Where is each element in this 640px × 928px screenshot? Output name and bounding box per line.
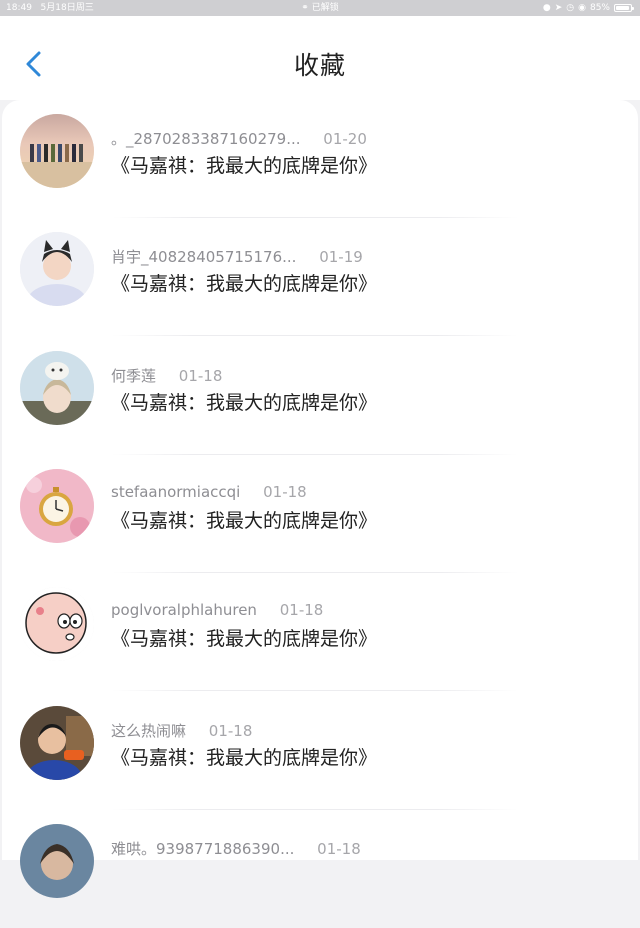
date: 01-18 xyxy=(208,722,253,740)
item-title[interactable]: 《马嘉祺：我最大的底牌是你》 xyxy=(111,388,377,415)
item-meta: 。_2870283387160279... 01-20 xyxy=(111,128,367,149)
header: 收藏 xyxy=(0,16,640,100)
list-item[interactable]: 肖宇_40828405715176... 01-19 《马嘉祺：我最大的底牌是你… xyxy=(2,218,638,336)
list-item[interactable]: stefaanormiaccqi 01-18 《马嘉祺：我最大的底牌是你》 xyxy=(2,455,638,573)
item-title[interactable]: 《马嘉祺：我最大的底牌是你》 xyxy=(111,506,377,533)
username[interactable]: 这么热闹嘛 xyxy=(111,722,186,740)
group-photo-avatar[interactable] xyxy=(20,114,94,188)
cartoon-face-avatar[interactable] xyxy=(20,587,94,661)
item-meta: 难哄。9398771886390... 01-18 xyxy=(111,838,361,859)
list-item[interactable]: 。_2870283387160279... 01-20 《马嘉祺：我最大的底牌是… xyxy=(2,100,638,218)
item-title[interactable]: 《马嘉祺：我最大的底牌是你》 xyxy=(111,151,377,178)
favorites-list[interactable]: 。_2870283387160279... 01-20 《马嘉祺：我最大的底牌是… xyxy=(2,100,638,898)
item-meta: 肖宇_40828405715176... 01-19 xyxy=(111,246,363,267)
item-title[interactable]: 《马嘉祺：我最大的底牌是你》 xyxy=(111,624,377,651)
list-item[interactable]: 难哄。9398771886390... 01-18 xyxy=(2,810,638,928)
item-meta: poglvoralphlahuren 01-18 xyxy=(111,601,323,619)
wifi-icon: ● xyxy=(542,3,551,13)
item-meta: stefaanormiaccqi 01-18 xyxy=(111,483,307,501)
date: 01-20 xyxy=(323,130,367,148)
date: 01-18 xyxy=(317,840,361,858)
date: 01-18 xyxy=(263,483,307,501)
status-right: ● ➤ ◷ ◉ 85% xyxy=(542,0,634,16)
username[interactable]: 。_2870283387160279... xyxy=(111,130,301,148)
partial-avatar[interactable] xyxy=(20,824,94,898)
list-item[interactable]: 何季莲 01-18 《马嘉祺：我最大的底牌是你》 xyxy=(2,337,638,455)
item-title[interactable]: 《马嘉祺：我最大的底牌是你》 xyxy=(111,269,377,296)
username[interactable]: 何季莲 xyxy=(111,367,156,385)
rotation-lock-icon: ◉ xyxy=(578,3,586,13)
divider xyxy=(112,335,518,336)
date: 01-19 xyxy=(319,248,363,266)
item-meta: 这么热闹嘛 01-18 xyxy=(111,720,252,741)
username[interactable]: 肖宇_40828405715176... xyxy=(111,248,296,266)
divider xyxy=(112,690,518,691)
date: 01-18 xyxy=(178,367,223,385)
page-title: 收藏 xyxy=(293,51,346,80)
date: 01-18 xyxy=(279,601,324,619)
location-icon: ➤ xyxy=(554,3,563,13)
item-title[interactable]: 《马嘉祺：我最大的底牌是你》 xyxy=(111,743,377,770)
battery-icon xyxy=(614,4,634,12)
item-meta: 何季莲 01-18 xyxy=(111,365,222,386)
unlock-icon: ⚭ xyxy=(301,3,309,13)
lock-text: 已解锁 xyxy=(311,3,339,13)
alarm-icon: ◷ xyxy=(566,3,575,13)
list-item[interactable]: 这么热闹嘛 01-18 《马嘉祺：我最大的底牌是你》 xyxy=(2,692,638,810)
status-bar: 18:49 5月18日周三 ⚭ 已解锁 ● ➤ ◷ ◉ 85% xyxy=(0,0,640,16)
battery-percent: 85% xyxy=(589,3,610,13)
boy-portrait-avatar[interactable] xyxy=(20,706,94,780)
username[interactable]: stefaanormiaccqi xyxy=(111,483,240,501)
anime-cat-avatar[interactable] xyxy=(20,351,94,425)
username[interactable]: 难哄。9398771886390... xyxy=(111,840,294,858)
username[interactable]: poglvoralphlahuren xyxy=(111,601,257,619)
pocket-watch-avatar[interactable] xyxy=(20,469,94,543)
cat-ears-boy-avatar[interactable] xyxy=(20,232,94,306)
list-item[interactable]: poglvoralphlahuren 01-18 《马嘉祺：我最大的底牌是你》 xyxy=(2,573,638,691)
